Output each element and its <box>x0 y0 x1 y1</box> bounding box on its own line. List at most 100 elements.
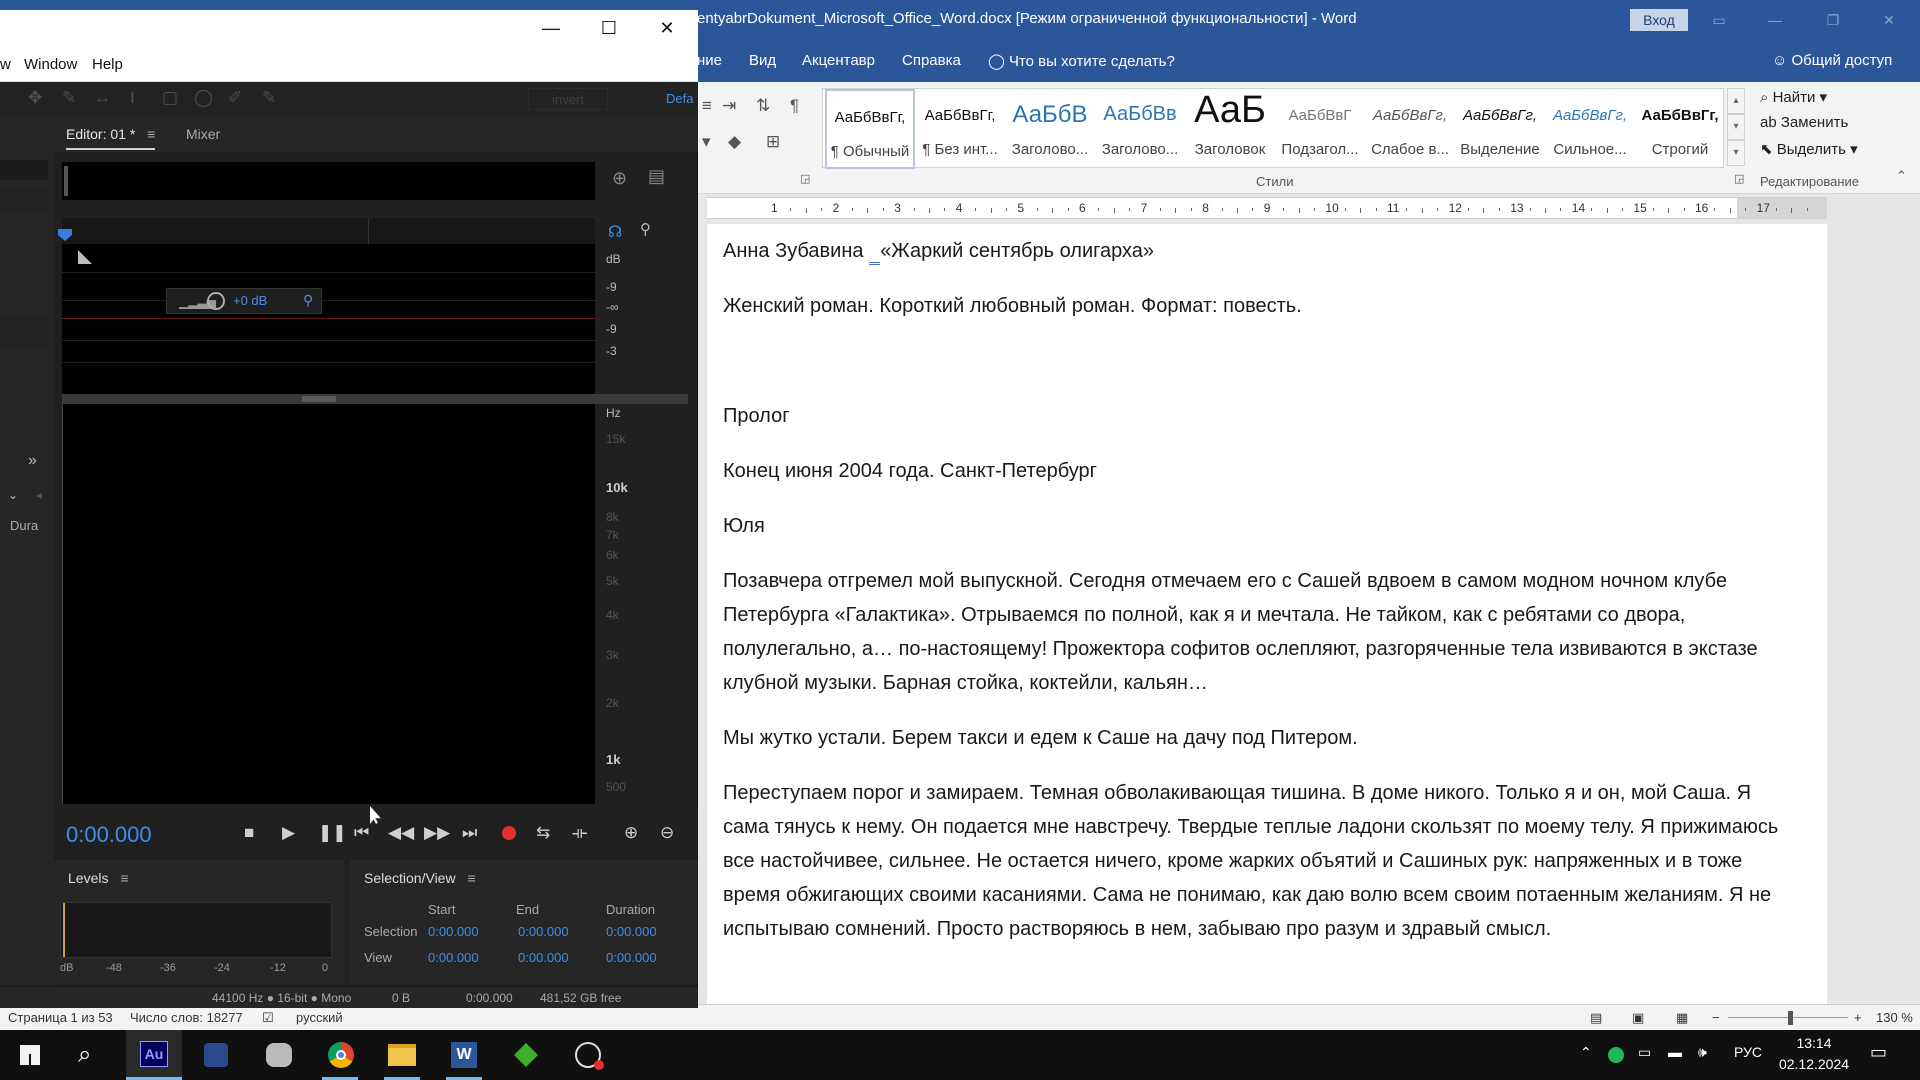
style-normal[interactable]: АаБбВвГг, ¶ Обычный <box>825 89 915 169</box>
gallery-scroll-up[interactable]: ▴ <box>1727 88 1745 114</box>
taskbar-chrome[interactable] <box>312 1030 368 1080</box>
document-body[interactable]: Анна Зубавина «Жаркий сентябрь олигарха»… <box>723 234 1793 967</box>
panel-menu-icon[interactable]: ≡ <box>120 870 128 886</box>
panel-menu-icon[interactable]: ≡ <box>467 870 475 886</box>
menu-window[interactable]: Window <box>24 56 77 73</box>
time-selection-tool-icon[interactable]: I <box>130 88 135 108</box>
taskbar-app-3[interactable] <box>250 1030 306 1080</box>
marquee-tool-icon[interactable]: ▢ <box>162 88 178 108</box>
tell-me-search[interactable]: ◯ Что вы хотите сделать? <box>988 52 1175 70</box>
borders-icon[interactable]: ⊞ <box>766 132 780 152</box>
close-button[interactable]: ✕ <box>638 10 696 46</box>
waveform-display[interactable]: ▁▂▃▅ +0 dB ⚲ <box>62 244 595 394</box>
zoom-in-button[interactable]: + <box>1854 1010 1862 1025</box>
horizontal-scrollbar[interactable] <box>62 394 688 404</box>
device-icon[interactable]: ▭ <box>1638 1044 1651 1061</box>
style-heading-2[interactable]: АаБбВв Заголово... <box>1095 89 1185 169</box>
zoom-slider-thumb[interactable] <box>1788 1011 1793 1025</box>
timeline-ruler[interactable] <box>58 218 595 244</box>
selection-duration-field[interactable]: 0:00.000 <box>606 924 657 939</box>
view-end-field[interactable]: 0:00.000 <box>518 950 569 965</box>
proofing-icon[interactable]: ☑ <box>262 1010 274 1026</box>
style-title[interactable]: АаБ Заголовок <box>1185 89 1275 169</box>
search-button[interactable]: ⌕ <box>62 1030 118 1080</box>
panel-menu-icon[interactable]: ≡ <box>147 126 155 142</box>
style-subtle-emphasis[interactable]: АаБбВвГг, Слабое в... <box>1365 89 1455 169</box>
slip-tool-icon[interactable]: ↔ <box>94 88 111 108</box>
line-spacing-icon[interactable]: ▾ <box>702 132 711 152</box>
expand-panel-icon[interactable]: » <box>28 452 37 470</box>
overview-bar[interactable] <box>62 162 595 200</box>
spectral-frequency-display[interactable] <box>62 404 595 804</box>
style-intense-emphasis[interactable]: АаБбВвГг, Сильное... <box>1545 89 1635 169</box>
zoom-in-amplitude-icon[interactable]: ⊕ <box>624 823 638 843</box>
volume-icon[interactable]: 🕪 <box>1698 1044 1707 1061</box>
playhead-marker[interactable] <box>58 229 72 241</box>
headphones-icon[interactable]: ☊ <box>608 222 622 242</box>
word-count[interactable]: Число слов: 18277 <box>130 1010 243 1025</box>
minimize-button[interactable]: — <box>522 10 580 46</box>
loop-playback-button[interactable]: ⇆ <box>536 823 550 843</box>
replace-button[interactable]: ab Заменить <box>1760 114 1848 131</box>
style-emphasis[interactable]: АаБбВвГг, Выделение <box>1455 89 1545 169</box>
tab-editor[interactable]: Editor: 01 * ≡ <box>66 126 156 150</box>
invert-button[interactable]: invert <box>528 88 608 110</box>
print-layout-icon[interactable]: ▣ <box>1632 1010 1644 1026</box>
tab-view[interactable]: Вид <box>749 52 776 69</box>
view-start-field[interactable]: 0:00.000 <box>428 950 479 965</box>
shading-icon[interactable]: ◆ <box>728 132 741 152</box>
find-button[interactable]: ⌕ Найти ▾ <box>1760 88 1827 106</box>
clock-date[interactable]: 02.12.2024 <box>1774 1056 1854 1072</box>
styles-launcher-icon[interactable]: ◲ <box>1734 172 1744 185</box>
taskbar-file-explorer[interactable] <box>374 1030 430 1080</box>
close-button[interactable]: ✕ <box>1866 0 1912 40</box>
show-hidden-icons-icon[interactable]: ⌃ <box>1580 1044 1592 1061</box>
view-duration-field[interactable]: 0:00.000 <box>606 950 657 965</box>
style-no-spacing[interactable]: АаБбВвГг, ¶ Без инт... <box>915 89 1005 169</box>
stop-button[interactable]: ■ <box>244 823 254 843</box>
selection-start-field[interactable]: 0:00.000 <box>428 924 479 939</box>
style-subtitle[interactable]: АаБбВвГ Подзагол... <box>1275 89 1365 169</box>
notifications-icon[interactable]: ▭ <box>1870 1042 1887 1063</box>
align-icon[interactable]: ≡ <box>702 96 712 116</box>
ribbon-display-options-icon[interactable]: ▭ <box>1696 0 1742 40</box>
maximize-button[interactable]: ☐ <box>580 10 638 46</box>
workspace-default[interactable]: Defa <box>666 91 693 106</box>
battery-icon[interactable]: ▬ <box>1668 1044 1682 1060</box>
input-language[interactable]: РУС <box>1734 1044 1762 1060</box>
dropdown-icon[interactable]: ⌄ <box>8 488 18 502</box>
page-count[interactable]: Страница 1 из 53 <box>8 1010 113 1025</box>
overview-cursor[interactable] <box>64 166 68 196</box>
collapse-ribbon-icon[interactable]: ⌃ <box>1896 168 1907 184</box>
zoom-to-selection-icon[interactable]: ⊕ <box>612 168 627 189</box>
style-heading-1[interactable]: АаБбВ Заголово... <box>1005 89 1095 169</box>
selection-end-field[interactable]: 0:00.000 <box>518 924 569 939</box>
tab-mixer[interactable]: Mixer <box>186 126 220 142</box>
fast-forward-button[interactable]: ▶▶ <box>424 823 450 843</box>
gain-hud[interactable]: ▁▂▃▅ +0 dB ⚲ <box>166 288 322 314</box>
kaspersky-icon[interactable] <box>1608 1047 1624 1063</box>
current-time-display[interactable]: 0:00.000 <box>66 822 152 848</box>
taskbar-word[interactable]: W <box>436 1030 492 1080</box>
spot-healing-tool-icon[interactable]: ✎ <box>262 88 276 108</box>
taskbar-app-8[interactable] <box>498 1030 554 1080</box>
resize-handle-icon[interactable] <box>78 250 92 264</box>
zoom-level[interactable]: 130 % <box>1876 1010 1913 1025</box>
gallery-scroll-down[interactable]: ▾ <box>1727 114 1745 140</box>
pause-button[interactable]: ❚❚ <box>318 823 347 843</box>
skip-to-start-button[interactable]: ⏮ <box>354 823 369 843</box>
minimize-button[interactable]: — <box>1752 0 1798 40</box>
pin-icon[interactable]: ⚲ <box>303 292 313 309</box>
indent-icon[interactable]: ⇥ <box>722 96 736 116</box>
brush-tool-icon[interactable]: ✐ <box>228 88 242 108</box>
sort-icon[interactable]: ⇅ <box>756 96 770 116</box>
play-button[interactable]: ▶ <box>282 823 295 843</box>
clock-time[interactable]: 13:14 <box>1774 1035 1854 1051</box>
menu-view[interactable]: w <box>0 56 11 73</box>
razor-tool-icon[interactable]: ✎ <box>62 88 76 108</box>
pilcrow-icon[interactable]: ¶ <box>790 96 799 116</box>
menu-help[interactable]: Help <box>92 56 123 73</box>
rewind-button[interactable]: ◀◀ <box>388 823 414 843</box>
share-button[interactable]: ☺ Общий доступ <box>1772 52 1892 69</box>
login-button[interactable]: Вход <box>1630 9 1688 31</box>
